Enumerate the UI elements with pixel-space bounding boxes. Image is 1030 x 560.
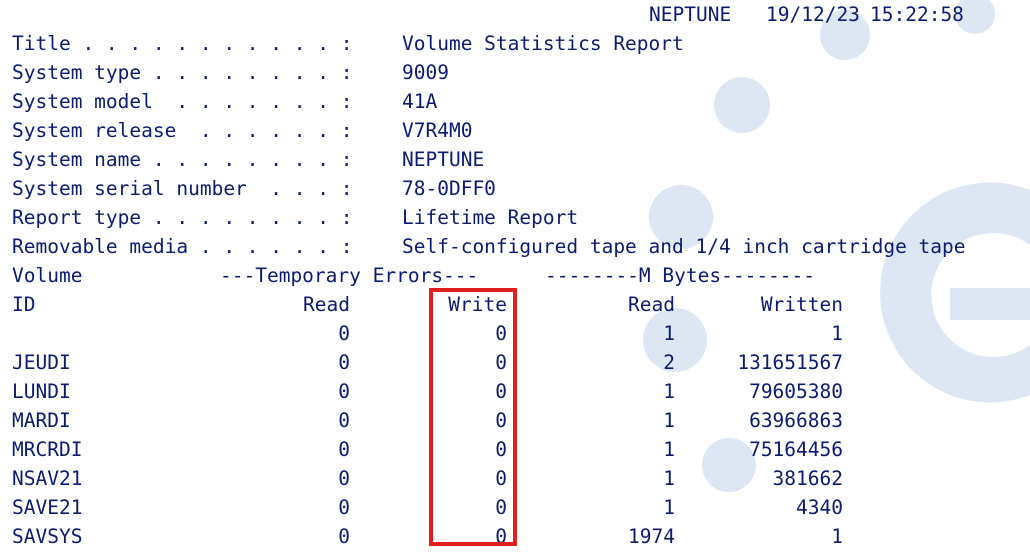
- header-system-name: NEPTUNE: [649, 3, 732, 26]
- table-row-mbytes-written: 131651567: [737, 351, 843, 374]
- column-header-mbytes-read: Read: [628, 293, 675, 316]
- field-label-system-release: System release . . . . . . :: [12, 119, 353, 142]
- table-row-mbytes-read: 1: [663, 467, 675, 490]
- column-header-errors-read: Read: [303, 293, 350, 316]
- table-row-read-errors: 0: [338, 351, 350, 374]
- table-row-read-errors: 0: [338, 409, 350, 432]
- header-date: 19/12/23: [766, 3, 860, 26]
- field-label-system-name: System name . . . . . . . . :: [12, 148, 353, 171]
- table-row-read-errors: 0: [338, 380, 350, 403]
- table-row-mbytes-written: 1: [831, 322, 843, 345]
- write-column-highlight: [429, 288, 517, 546]
- table-row-mbytes-read: 1: [663, 322, 675, 345]
- table-row-mbytes-written: 63966863: [749, 409, 843, 432]
- table-row-id: SAVE21: [12, 496, 83, 519]
- table-row-read-errors: 0: [338, 322, 350, 345]
- field-label-system-type: System type . . . . . . . . :: [12, 61, 353, 84]
- table-row-mbytes-written: 381662: [772, 467, 843, 490]
- table-row-read-errors: 0: [338, 525, 350, 548]
- field-label-removable-media: Removable media . . . . . . :: [12, 235, 353, 258]
- field-label-title: Title . . . . . . . . . . . :: [12, 32, 353, 55]
- field-value-system-name: NEPTUNE: [402, 148, 485, 171]
- table-row-mbytes-read: 1: [663, 380, 675, 403]
- table-row-mbytes-written: 79605380: [749, 380, 843, 403]
- field-value-system-release: V7R4M0: [402, 119, 473, 142]
- table-row-mbytes-read: 1: [663, 438, 675, 461]
- table-row-mbytes-read: 1: [663, 496, 675, 519]
- table-row-id: MRCRDI: [12, 438, 83, 461]
- table-row-read-errors: 0: [338, 496, 350, 519]
- table-row-mbytes-written: 4340: [796, 496, 843, 519]
- group-header-volume: Volume: [12, 264, 83, 287]
- table-row-id: MARDI: [12, 409, 71, 432]
- table-row-read-errors: 0: [338, 438, 350, 461]
- field-value-report-type: Lifetime Report: [402, 206, 579, 229]
- table-row-mbytes-read: 1: [663, 409, 675, 432]
- field-value-system-type: 9009: [402, 61, 449, 84]
- table-row-mbytes-written: 1: [831, 525, 843, 548]
- column-header-mbytes-written: Written: [760, 293, 843, 316]
- table-row-id: NSAV21: [12, 467, 83, 490]
- table-row-read-errors: 0: [338, 467, 350, 490]
- field-value-system-model: 41A: [402, 90, 438, 113]
- table-row-mbytes-read: 1974: [628, 525, 675, 548]
- table-row-id: JEUDI: [12, 351, 71, 374]
- table-row-id: SAVSYS: [12, 525, 83, 548]
- table-row-id: LUNDI: [12, 380, 71, 403]
- column-header-id: ID: [12, 293, 36, 316]
- field-value-title: Volume Statistics Report: [402, 32, 684, 55]
- field-value-system-serial-number: 78-0DFF0: [402, 177, 496, 200]
- field-label-system-serial-number: System serial number . . . :: [12, 177, 353, 200]
- field-label-system-model: System model . . . . . . . :: [12, 90, 353, 113]
- header-time: 15:22:58: [870, 3, 964, 26]
- group-header-mbytes: --------M Bytes--------: [545, 264, 816, 287]
- table-row-mbytes-read: 2: [663, 351, 675, 374]
- field-value-removable-media: Self-configured tape and 1/4 inch cartri…: [402, 235, 966, 258]
- group-header-temporary-errors: ---Temporary Errors---: [220, 264, 479, 287]
- table-row-mbytes-written: 75164456: [749, 438, 843, 461]
- field-label-report-type: Report type . . . . . . . . :: [12, 206, 353, 229]
